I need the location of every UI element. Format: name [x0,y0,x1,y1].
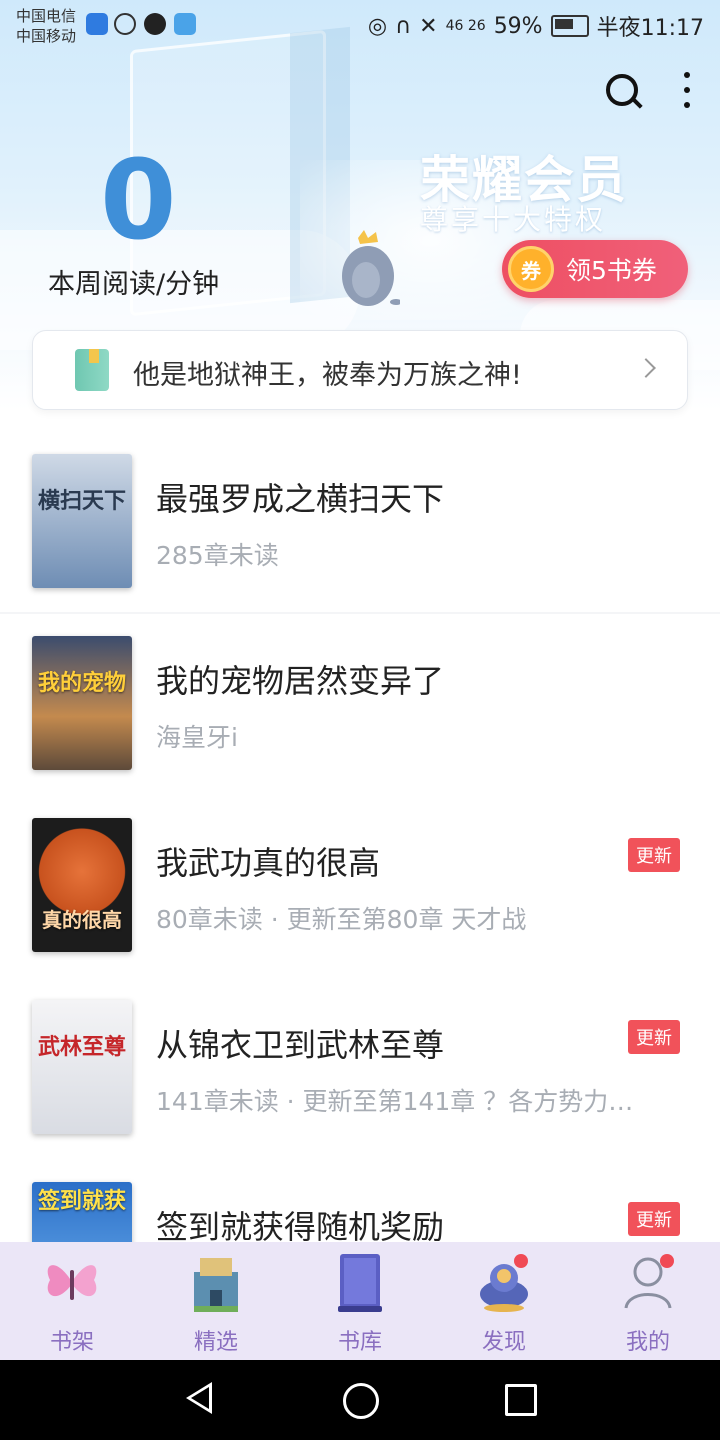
headset-icon: ∩ [395,13,412,39]
signal-icon: 46 26 [445,18,486,34]
update-badge: 更新 [628,1020,680,1054]
hotspot-icon: ◎ [367,13,388,39]
header-actions [606,72,690,108]
book-cover-text: 横扫天下 [38,489,127,514]
coupon-label: 领5书券 [566,256,657,285]
claim-coupon-button[interactable]: 券 领5书券 [502,240,688,298]
weekly-reading-label: 本周阅读/分钟 [48,269,220,300]
shield-app-icon [86,13,108,35]
qq-icon [144,13,166,35]
book-cover-text: 武林至尊 [38,1035,127,1060]
nav-label: 书架 [49,1330,94,1355]
chevron-right-icon [636,358,656,378]
nav-label: 发现 [481,1330,526,1355]
book-progress: 80章未读 · 更新至第80章 天才战 [156,905,527,934]
weekly-reading-minutes[interactable]: 0 [100,140,177,260]
search-icon[interactable] [606,74,638,106]
status-bar: 中国电信 中国移动 ◎ ∩ ✕ 46 26 59% 半夜11:17 [0,0,720,50]
book-cover-text: 我的宠物 [38,671,127,696]
nav-discover[interactable]: 发现 [432,1242,576,1360]
book-cover: 签到就获 [32,1182,132,1242]
more-options-icon[interactable] [684,72,690,108]
bottom-navigation: 书架 精选 书库 发现 我的 [0,1242,720,1360]
k-app-icon [114,13,136,35]
battery-percent: 59% [493,13,543,39]
book-cover: 我的宠物 [32,636,132,770]
castle-icon [194,1258,238,1312]
book-cover: 武林至尊 [32,1000,132,1134]
update-badge: 更新 [628,838,680,872]
app-notification-icon [174,13,196,35]
book-progress: 141章未读 · 更新至第141章 ？各方势力… [156,1087,634,1116]
nav-profile[interactable]: 我的 [576,1242,720,1360]
book-title: 最强罗成之横扫天下 [156,480,445,518]
coupon-icon: 券 [508,246,554,292]
book-title: 签到就获得随机奖励 [156,1208,445,1242]
nav-library[interactable]: 书库 [288,1242,432,1360]
carrier-info: 中国电信 中国移动 [16,6,76,46]
book-title: 从锦衣卫到武林至尊 [156,1026,445,1064]
book-title: 我的宠物居然变异了 [156,662,445,700]
book-row[interactable]: 横扫天下 最强罗成之横扫天下 285章未读 [0,430,720,612]
book-row[interactable]: 签到就获 签到就获得随机奖励 更新 [0,1158,720,1242]
mute-icon: ✕ [419,13,438,39]
vip-subtitle: 尊享十大特权 [420,203,607,236]
penguin-mascot-icon [342,230,400,306]
book-row[interactable]: 武林至尊 从锦衣卫到武林至尊 更新 141章未读 · 更新至第141章 ？各方势… [0,976,720,1158]
book-icon [338,1254,382,1312]
nav-featured[interactable]: 精选 [144,1242,288,1360]
bookmark-book-icon [75,349,109,391]
notification-dot [514,1254,528,1268]
back-icon[interactable] [186,1382,212,1414]
nav-label: 书库 [337,1330,382,1355]
book-title: 我武功真的很高 [156,844,381,882]
book-progress: 285章未读 [156,541,279,570]
book-row[interactable]: 真的很高 我武功真的很高 更新 80章未读 · 更新至第80章 天才战 [0,794,720,976]
book-cover-text: 签到就获 [38,1189,127,1214]
book-cover: 横扫天下 [32,454,132,588]
nav-label: 精选 [193,1330,238,1355]
nav-label: 我的 [625,1330,670,1355]
home-icon[interactable] [343,1383,379,1419]
clock: 半夜11:17 [596,16,704,41]
recommendation-banner[interactable]: 他是地狱神王，被奉为万族之神! [32,330,688,410]
carrier-1: 中国电信 [16,7,77,25]
notification-dot [660,1254,674,1268]
recommendation-text: 他是地狱神王，被奉为万族之神! [133,360,522,391]
nav-bookshelf[interactable]: 书架 [0,1242,144,1360]
book-author: 海皇牙i [156,723,238,752]
carrier-2: 中国移动 [16,27,77,45]
book-cover: 真的很高 [32,818,132,952]
recent-apps-icon[interactable] [505,1384,537,1416]
book-cover-text: 真的很高 [42,908,122,932]
butterfly-icon [47,1265,97,1300]
update-badge: 更新 [628,1202,680,1236]
battery-icon [550,15,589,37]
book-row[interactable]: 我的宠物 我的宠物居然变异了 海皇牙i [0,612,720,794]
system-navigation-bar [0,1360,720,1440]
status-right: ◎ ∩ ✕ 46 26 59% 半夜11:17 [368,10,704,42]
